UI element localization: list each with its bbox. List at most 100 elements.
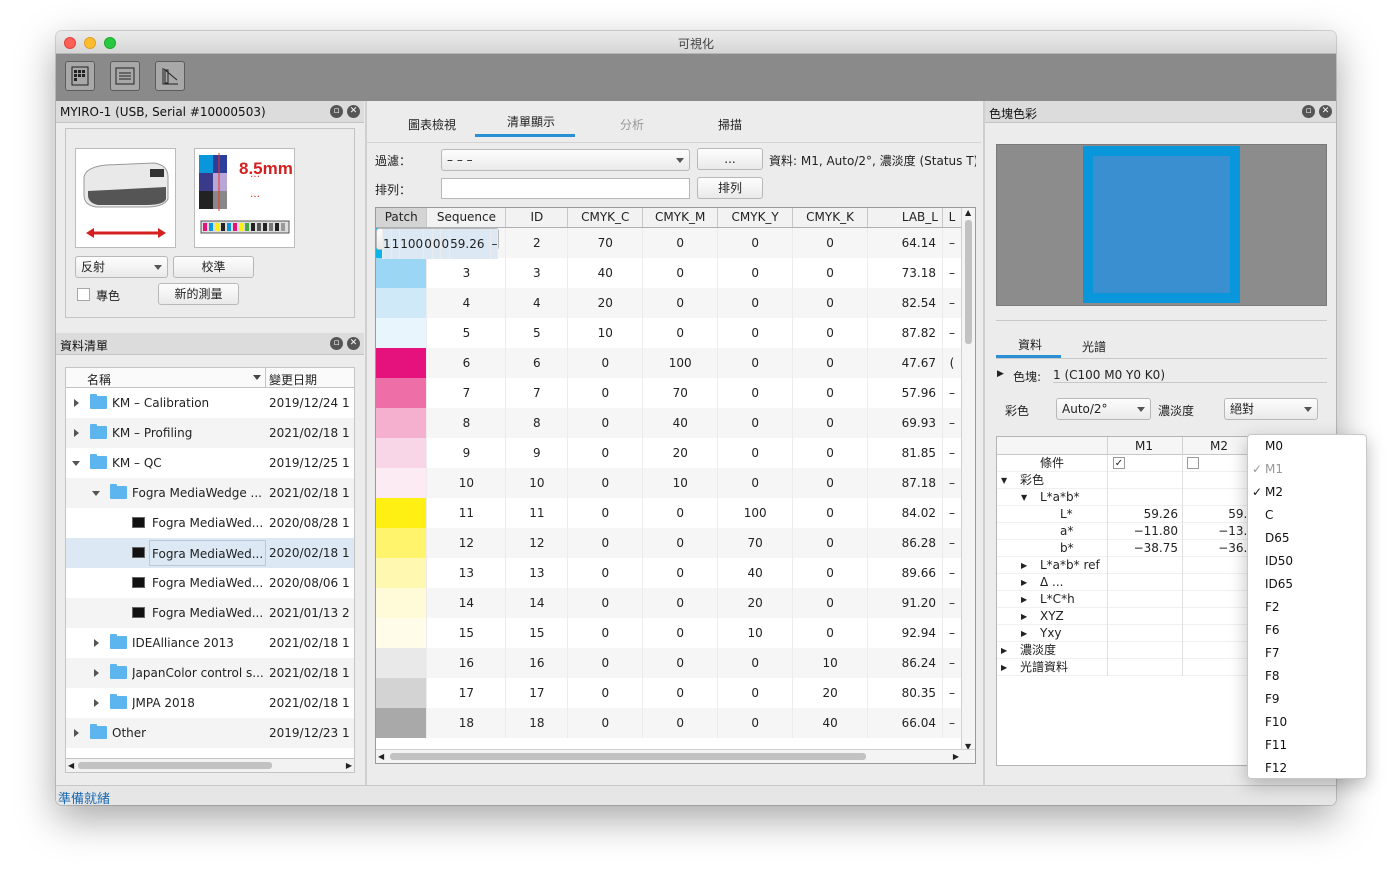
tab-analysis[interactable]: 分析	[612, 116, 652, 133]
table-row[interactable]: 9 9 0 20 0 0 81.85–	[376, 437, 963, 468]
column-header[interactable]: ID	[505, 208, 569, 228]
property-row[interactable]: ▼ L*a*b*	[997, 489, 1255, 506]
collapse-arrow-icon[interactable]: ▼	[1021, 489, 1027, 506]
table-row[interactable]: 8 8 0 40 0 0 69.93–	[376, 407, 963, 438]
tree-row[interactable]: JMPA 2018 2021/02/18 1	[66, 688, 354, 718]
density-select[interactable]: 絕對	[1224, 398, 1318, 420]
scrollbar-thumb[interactable]	[965, 220, 972, 344]
menu-item-f7[interactable]: F7	[1248, 642, 1366, 665]
expand-arrow-icon[interactable]: ▶	[1021, 625, 1027, 642]
property-row[interactable]: 條件 ✓	[997, 455, 1255, 472]
menu-item-id65[interactable]: ID65	[1248, 573, 1366, 596]
property-row[interactable]: ▶ XYZ	[997, 608, 1255, 625]
table-row[interactable]: 6 6 0 100 0 0 47.67(	[376, 347, 963, 378]
table-row[interactable]: 11 11 0 0 100 0 84.02–	[376, 497, 963, 528]
calibrate-button[interactable]: 校準	[173, 256, 254, 278]
filter-select[interactable]: – – –	[441, 149, 690, 171]
tab-list-view[interactable]: 清單顯示	[494, 113, 568, 130]
property-row[interactable]: ▶ 光譜資料	[997, 659, 1255, 676]
property-row[interactable]: ▶ L*C*h	[997, 591, 1255, 608]
expand-arrow-icon[interactable]: ▶	[1021, 591, 1027, 608]
scroll-left-icon[interactable]: ◀	[378, 752, 384, 761]
patch-grid-icon[interactable]	[65, 61, 95, 91]
horizontal-scrollbar[interactable]: ◀ ▶	[66, 758, 354, 772]
expand-arrow-icon[interactable]	[74, 399, 79, 407]
expand-arrow-icon[interactable]	[94, 639, 99, 647]
horizontal-scrollbar[interactable]: ◀ ▶	[376, 749, 975, 763]
expand-arrow-icon[interactable]: ▶	[1021, 557, 1027, 574]
table-row[interactable]: 17 17 0 0 0 20 80.35–	[376, 677, 963, 708]
scroll-up-icon[interactable]: ▲	[965, 208, 971, 217]
property-row[interactable]: ▶ Δ ...	[997, 574, 1255, 591]
menu-item-f9[interactable]: F9	[1248, 688, 1366, 711]
table-row[interactable]: 16 16 0 0 0 10 86.24–	[376, 647, 963, 678]
column-header[interactable]: Patch	[376, 208, 428, 228]
m1-checkbox[interactable]: ✓	[1113, 457, 1125, 469]
menu-item-f12[interactable]: F12	[1248, 757, 1366, 780]
property-row[interactable]: ▶ Yxy	[997, 625, 1255, 642]
collapse-arrow-icon[interactable]	[72, 461, 80, 466]
tree-row[interactable]: Fogra MediaWed... 2020/08/06 1	[66, 568, 354, 598]
patch-expand-icon[interactable]: ▶	[997, 369, 1004, 379]
name-column-header[interactable]: 名稱	[87, 371, 111, 388]
detach-icon[interactable]: ▫	[1302, 105, 1315, 118]
tree-row[interactable]: IDEAlliance 2013 2021/02/18 1	[66, 628, 354, 658]
sort-button[interactable]: 排列	[697, 177, 763, 199]
table-row[interactable]: 18 18 0 0 0 40 66.04–	[376, 707, 963, 738]
close-panel-icon[interactable]: ✕	[1319, 105, 1332, 118]
m2-checkbox[interactable]	[1187, 457, 1199, 469]
menu-item-id50[interactable]: ID50	[1248, 550, 1366, 573]
tab-chart-view[interactable]: 圖表檢視	[402, 116, 462, 133]
menu-item-f10[interactable]: F10	[1248, 711, 1366, 734]
expand-arrow-icon[interactable]	[94, 699, 99, 707]
table-row[interactable]: 10 10 0 10 0 0 87.18–	[376, 467, 963, 498]
property-row[interactable]: ▼ 彩色	[997, 472, 1255, 489]
table-row[interactable]: 12 12 0 0 70 0 86.28–	[376, 527, 963, 558]
sort-input[interactable]	[441, 178, 690, 199]
tab-scan[interactable]: 掃描	[710, 116, 750, 133]
column-header[interactable]: CMYK_K	[792, 208, 869, 228]
property-row[interactable]: b* −38.75 −36.4	[997, 540, 1255, 557]
tree-row[interactable]: Other 2019/12/23 1	[66, 718, 354, 748]
expand-arrow-icon[interactable]	[74, 429, 79, 437]
collapse-arrow-icon[interactable]	[92, 491, 100, 496]
scroll-right-icon[interactable]: ▶	[953, 752, 959, 761]
table-row[interactable]: 1 1 100 0 0 0 59.26–	[376, 227, 500, 259]
table-row[interactable]: 14 14 0 0 20 0 91.20–	[376, 587, 963, 618]
detach-icon[interactable]: ▫	[330, 337, 343, 350]
expand-arrow-icon[interactable]: ▶	[1001, 659, 1007, 676]
tree-row[interactable]: Fogra MediaWedge ... 2021/02/18 1	[66, 478, 354, 508]
observer-select[interactable]: Auto/2°	[1056, 398, 1151, 420]
column-header[interactable]: CMYK_C	[567, 208, 644, 228]
column-header[interactable]: L	[942, 208, 963, 228]
spot-color-checkbox[interactable]	[77, 288, 90, 301]
menu-item-m2[interactable]: ✓ M2	[1248, 481, 1366, 504]
list-view-icon[interactable]	[110, 61, 140, 91]
menu-item-f6[interactable]: F6	[1248, 619, 1366, 642]
property-row[interactable]: a* −11.80 −13.0	[997, 523, 1255, 540]
scroll-right-icon[interactable]: ▶	[346, 761, 352, 770]
expand-arrow-icon[interactable]: ▶	[1021, 574, 1027, 591]
expand-arrow-icon[interactable]: ▶	[1001, 642, 1007, 659]
scrollbar-thumb[interactable]	[78, 762, 272, 769]
table-row[interactable]: 3 3 40 0 0 0 73.18–	[376, 257, 963, 288]
menu-item-m1[interactable]: ✓ M1	[1248, 458, 1366, 481]
scan-icon[interactable]	[155, 61, 185, 91]
tab-spectrum[interactable]: 光譜	[1082, 338, 1106, 355]
property-row[interactable]: ▶ 濃淡度	[997, 642, 1255, 659]
filter-options-button[interactable]: ...	[697, 148, 763, 170]
collapse-arrow-icon[interactable]: ▼	[1001, 472, 1007, 489]
table-row[interactable]: 15 15 0 0 10 0 92.94–	[376, 617, 963, 648]
detach-icon[interactable]: ▫	[330, 105, 343, 118]
tree-row-selected[interactable]: Fogra MediaWed... 2020/02/18 1	[66, 538, 354, 568]
menu-item-d65[interactable]: D65	[1248, 527, 1366, 550]
close-panel-icon[interactable]: ✕	[347, 105, 360, 118]
menu-item-f2[interactable]: F2	[1248, 596, 1366, 619]
column-header[interactable]: Sequence	[426, 208, 507, 228]
property-row[interactable]: L* 59.26 59.0	[997, 506, 1255, 523]
menu-item-c[interactable]: C	[1248, 504, 1366, 527]
menu-item-f11[interactable]: F11	[1248, 734, 1366, 757]
menu-item-m0[interactable]: M0	[1248, 435, 1366, 458]
table-row[interactable]: 5 5 10 0 0 0 87.82–	[376, 317, 963, 348]
scrollbar-thumb[interactable]	[390, 753, 866, 760]
